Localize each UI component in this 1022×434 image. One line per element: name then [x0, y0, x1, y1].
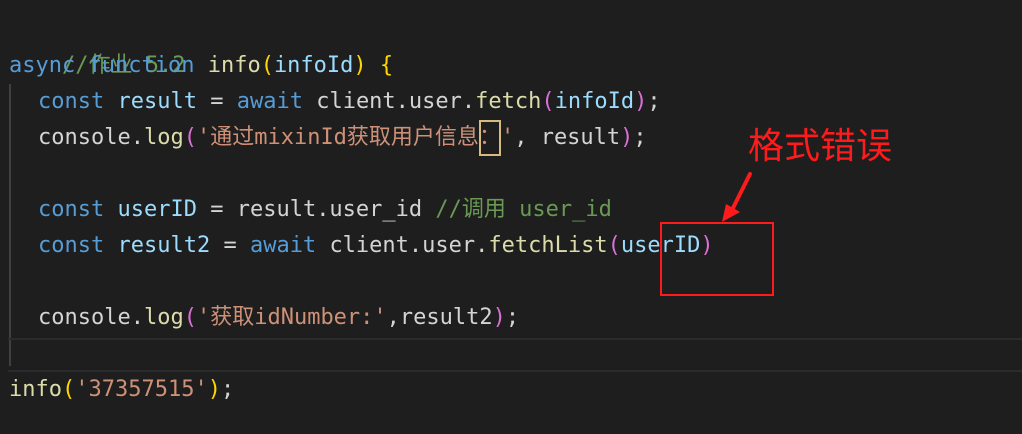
code-line-7[interactable]: const result2 = await client.user.fetchL…	[0, 228, 714, 264]
paren-open: (	[541, 89, 555, 114]
code-editor[interactable]: //作业 5.2 async function info(infoId) { c…	[0, 0, 1022, 434]
variable-name: result2	[117, 233, 211, 258]
semicolon: ;	[505, 305, 520, 330]
code-line-9[interactable]: console.log('获取idNumber:',result2);	[0, 300, 519, 336]
object-chain: console.	[38, 305, 144, 330]
code-line-3[interactable]: const result = await client.user.fetch(i…	[0, 84, 661, 120]
keyword-await: await	[236, 89, 303, 114]
paren-open: (	[61, 377, 76, 402]
semicolon: ;	[633, 125, 647, 150]
argument: infoId	[554, 89, 635, 114]
param-name: infoId	[273, 53, 354, 78]
current-line-highlight	[8, 338, 1022, 372]
paren-open: (	[183, 125, 197, 150]
paren-open: (	[183, 305, 197, 330]
object-chain: client.user.	[316, 89, 476, 114]
code-line-4[interactable]: console.log('通过mixinId获取用户信息：', result);	[0, 120, 647, 156]
function-name: info	[207, 53, 261, 78]
keyword-await: await	[249, 233, 317, 258]
paren-open: (	[260, 53, 274, 78]
paren-close: )	[620, 125, 634, 150]
method-name: log	[143, 125, 184, 150]
variable-name: result	[117, 89, 197, 114]
keyword-const: const	[38, 197, 105, 222]
highlighted-colon: ：	[478, 120, 501, 156]
string-literal: '获取idNumber:'	[196, 305, 387, 330]
object-chain: client.user.	[329, 233, 489, 258]
argument: , result	[514, 125, 621, 150]
code-line-12[interactable]: info('37357515');	[0, 372, 234, 408]
method-name: log	[143, 305, 184, 330]
method-name: fetch	[475, 89, 542, 114]
function-call: info	[9, 377, 62, 402]
arrow-icon	[722, 172, 752, 222]
paren-open: (	[607, 233, 621, 258]
method-name: fetchList	[488, 233, 608, 258]
variable-name: userID	[117, 197, 197, 222]
code-line-6[interactable]: const userID = result.user_id //调用 user_…	[0, 192, 612, 228]
error-annotation-label: 格式错误	[748, 126, 893, 167]
string-quote: '	[500, 125, 515, 150]
paren-close: )	[353, 53, 367, 78]
error-highlight-box	[660, 222, 774, 296]
code-line-2[interactable]: async function info(infoId) {	[0, 48, 393, 84]
paren-close: )	[207, 377, 221, 402]
semicolon: ;	[647, 89, 661, 114]
operator: =	[210, 89, 224, 114]
code-comment: //调用 user_id	[435, 197, 612, 222]
operator: =	[210, 197, 224, 222]
paren-close: )	[492, 305, 506, 330]
semicolon: ;	[220, 377, 235, 402]
operator: =	[223, 233, 237, 258]
code-line-1[interactable]: //作业 5.2	[0, 12, 185, 78]
paren-close: )	[634, 89, 648, 114]
string-literal: '通过mixinId获取用户信息	[196, 125, 479, 150]
keyword-function: function	[88, 53, 195, 78]
keyword-const: const	[38, 233, 105, 258]
expression: result.user_id	[236, 197, 423, 222]
string-literal: '37357515'	[75, 377, 208, 402]
keyword-async: async	[9, 53, 76, 78]
keyword-const: const	[38, 89, 105, 114]
argument: ,result2	[386, 305, 493, 330]
brace-open: {	[379, 53, 394, 78]
object-chain: console.	[38, 125, 144, 150]
